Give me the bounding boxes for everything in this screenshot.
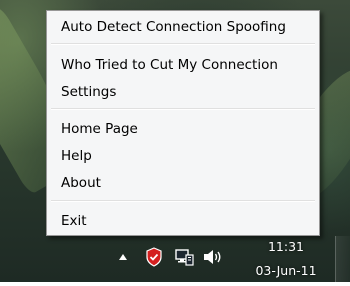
tray-context-menu: Auto Detect Connection Spoofing Who Trie… (46, 10, 320, 236)
menu-separator (51, 200, 315, 202)
network-icon[interactable] (173, 246, 195, 268)
menu-separator (51, 108, 315, 110)
chevron-up-icon[interactable] (116, 250, 130, 264)
volume-icon[interactable] (203, 248, 223, 266)
menu-item-home-page[interactable]: Home Page (50, 117, 316, 141)
menu-item-exit[interactable]: Exit (50, 209, 316, 233)
show-desktop-button[interactable] (335, 236, 350, 282)
menu-item-about[interactable]: About (50, 171, 316, 195)
clock-date: 03-Jun-11 (255, 263, 317, 278)
menu-item-auto-detect-connection-spoofing[interactable]: Auto Detect Connection Spoofing (50, 15, 316, 39)
menu-item-help[interactable]: Help (50, 144, 316, 168)
clock-time: 11:31 (267, 239, 305, 254)
shield-icon[interactable] (144, 246, 164, 268)
menu-item-settings[interactable]: Settings (50, 80, 316, 104)
taskbar-clock[interactable]: 11:31 03-Jun-11 (246, 238, 326, 286)
menu-item-who-tried-to-cut-my-connection[interactable]: Who Tried to Cut My Connection (50, 53, 316, 77)
menu-separator (51, 43, 315, 45)
